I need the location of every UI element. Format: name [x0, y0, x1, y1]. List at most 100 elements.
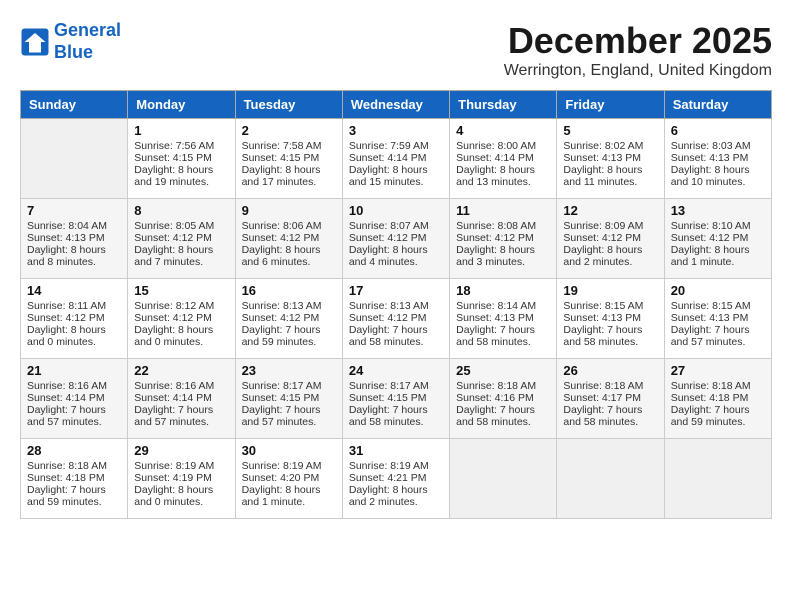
day-number: 23 — [242, 363, 336, 378]
daylight-label: Daylight: 8 hours and 10 minutes. — [671, 164, 750, 188]
sunrise: Sunrise: 8:16 AM — [27, 380, 107, 392]
column-header-saturday: Saturday — [664, 91, 771, 119]
daylight-label: Daylight: 7 hours and 58 minutes. — [563, 324, 642, 348]
calendar-cell: 17Sunrise: 8:13 AMSunset: 4:12 PMDayligh… — [342, 279, 449, 359]
calendar-cell: 5Sunrise: 8:02 AMSunset: 4:13 PMDaylight… — [557, 119, 664, 199]
daylight-label: Daylight: 7 hours and 57 minutes. — [242, 404, 321, 428]
calendar-cell: 25Sunrise: 8:18 AMSunset: 4:16 PMDayligh… — [450, 359, 557, 439]
day-number: 5 — [563, 123, 657, 138]
calendar-cell: 7Sunrise: 8:04 AMSunset: 4:13 PMDaylight… — [21, 199, 128, 279]
sunrise: Sunrise: 7:56 AM — [134, 140, 214, 152]
daylight-label: Daylight: 8 hours and 1 minute. — [242, 484, 321, 508]
sunrise: Sunrise: 8:12 AM — [134, 300, 214, 312]
calendar-cell: 21 Sunrise: 8:16 AMSunset: 4:14 PMDayligh… — [21, 359, 128, 439]
week-row-3: 14Sunrise: 8:11 AMSunset: 4:12 PMDayligh… — [21, 279, 772, 359]
sunrise: Sunrise: 8:18 AM — [456, 380, 536, 392]
sunset: Sunset: 4:21 PM — [349, 472, 427, 484]
sunset: Sunset: 4:12 PM — [27, 312, 105, 324]
calendar-cell: 23 Sunrise: 8:17 AMSunset: 4:15 PMDayligh… — [235, 359, 342, 439]
day-number: 26 — [563, 363, 657, 378]
day-number: 8 — [134, 203, 228, 218]
calendar-cell: 24Sunrise: 8:17 AMSunset: 4:15 PMDayligh… — [342, 359, 449, 439]
daylight-label: Daylight: 8 hours and 8 minutes. — [27, 244, 106, 268]
sunset: Sunset: 4:15 PM — [242, 392, 320, 404]
sunrise: Sunrise: 8:19 AM — [134, 460, 214, 472]
sunset: Sunset: 4:14 PM — [27, 392, 105, 404]
day-number: 1 — [134, 123, 228, 138]
calendar-cell: 20 Sunrise: 8:15 AMSunset: 4:13 PMDayligh… — [664, 279, 771, 359]
title-block: December 2025 Werrington, England, Unite… — [504, 20, 772, 80]
logo: General Blue — [20, 20, 121, 63]
sunset: Sunset: 4:17 PM — [563, 392, 641, 404]
sunrise: Sunrise: 8:10 AM — [671, 220, 751, 232]
daylight-label: Daylight: 8 hours and 7 minutes. — [134, 244, 213, 268]
daylight-label: Daylight: 8 hours and 19 minutes. — [134, 164, 213, 188]
sunset: Sunset: 4:15 PM — [349, 392, 427, 404]
day-number: 12 — [563, 203, 657, 218]
daylight-label: Daylight: 7 hours and 59 minutes. — [27, 484, 106, 508]
day-number: 18 — [456, 283, 550, 298]
month-title: December 2025 — [504, 20, 772, 62]
calendar-cell: 10Sunrise: 8:07 AMSunset: 4:12 PMDayligh… — [342, 199, 449, 279]
sunset: Sunset: 4:13 PM — [563, 312, 641, 324]
daylight-label: Daylight: 7 hours and 59 minutes. — [242, 324, 321, 348]
daylight-label: Daylight: 7 hours and 57 minutes. — [671, 324, 750, 348]
sunset: Sunset: 4:13 PM — [27, 232, 105, 244]
sunset: Sunset: 4:13 PM — [456, 312, 534, 324]
daylight-label: Daylight: 7 hours and 59 minutes. — [671, 404, 750, 428]
daylight-label: Daylight: 8 hours and 6 minutes. — [242, 244, 321, 268]
sunset: Sunset: 4:12 PM — [349, 232, 427, 244]
sunset: Sunset: 4:19 PM — [134, 472, 212, 484]
daylight-label: Daylight: 8 hours and 2 minutes. — [349, 484, 428, 508]
sunrise: Sunrise: 8:14 AM — [456, 300, 536, 312]
day-number: 13 — [671, 203, 765, 218]
logo-icon — [20, 27, 50, 57]
calendar-cell: 1 Sunrise: 7:56 AMSunset: 4:15 PMDaylight… — [128, 119, 235, 199]
day-number: 2 — [242, 123, 336, 138]
calendar-cell: 28Sunrise: 8:18 AMSunset: 4:18 PMDayligh… — [21, 439, 128, 519]
daylight-label: Daylight: 7 hours and 58 minutes. — [563, 404, 642, 428]
day-number: 10 — [349, 203, 443, 218]
calendar-cell: 16Sunrise: 8:13 AMSunset: 4:12 PMDayligh… — [235, 279, 342, 359]
column-header-tuesday: Tuesday — [235, 91, 342, 119]
sunset: Sunset: 4:16 PM — [456, 392, 534, 404]
daylight-label: Daylight: 8 hours and 4 minutes. — [349, 244, 428, 268]
calendar-cell: 18 Sunrise: 8:14 AMSunset: 4:13 PMDayligh… — [450, 279, 557, 359]
day-number: 3 — [349, 123, 443, 138]
day-number: 16 — [242, 283, 336, 298]
calendar-cell: 19Sunrise: 8:15 AMSunset: 4:13 PMDayligh… — [557, 279, 664, 359]
column-header-wednesday: Wednesday — [342, 91, 449, 119]
week-row-1: 1Sunrise: 7:56 AMSunset: 4:15 PMDaylight… — [21, 119, 772, 199]
daylight-label: Daylight: 7 hours and 58 minutes. — [456, 324, 535, 348]
day-number: 31 — [349, 443, 443, 458]
daylight-label: Daylight: 8 hours and 15 minutes. — [349, 164, 428, 188]
calendar-cell: 8Sunrise: 8:05 AMSunset: 4:12 PMDaylight… — [128, 199, 235, 279]
daylight-label: Daylight: 8 hours and 1 minute. — [671, 244, 750, 268]
calendar-cell: 3Sunrise: 7:59 AMSunset: 4:14 PMDaylight… — [342, 119, 449, 199]
sunset: Sunset: 4:15 PM — [134, 152, 212, 164]
sunset: Sunset: 4:12 PM — [671, 232, 749, 244]
sunrise: Sunrise: 8:18 AM — [27, 460, 107, 472]
sunrise: Sunrise: 8:17 AM — [242, 380, 322, 392]
day-number: 14 — [27, 283, 121, 298]
calendar-header-row: SundayMondayTuesdayWednesdayThursdayFrid… — [21, 91, 772, 119]
day-number: 27 — [671, 363, 765, 378]
calendar-cell: 12Sunrise: 8:09 AMSunset: 4:12 PMDayligh… — [557, 199, 664, 279]
calendar-cell: 11Sunrise: 8:08 AMSunset: 4:12 PMDayligh… — [450, 199, 557, 279]
daylight-label: Daylight: 8 hours and 13 minutes. — [456, 164, 535, 188]
calendar-cell: 6Sunrise: 8:03 AMSunset: 4:13 PMDaylight… — [664, 119, 771, 199]
sunset: Sunset: 4:13 PM — [671, 312, 749, 324]
sunset: Sunset: 4:20 PM — [242, 472, 320, 484]
sunrise: Sunrise: 8:15 AM — [671, 300, 751, 312]
sunset: Sunset: 4:12 PM — [134, 232, 212, 244]
day-number: 20 — [671, 283, 765, 298]
week-row-5: 28Sunrise: 8:18 AMSunset: 4:18 PMDayligh… — [21, 439, 772, 519]
sunset: Sunset: 4:14 PM — [134, 392, 212, 404]
day-number: 21 — [27, 363, 121, 378]
daylight-label: Daylight: 7 hours and 57 minutes. — [27, 404, 106, 428]
daylight-label: Daylight: 7 hours and 58 minutes. — [349, 404, 428, 428]
sunrise: Sunrise: 8:00 AM — [456, 140, 536, 152]
calendar-cell — [557, 439, 664, 519]
sunrise: Sunrise: 8:02 AM — [563, 140, 643, 152]
calendar-cell: 27Sunrise: 8:18 AMSunset: 4:18 PMDayligh… — [664, 359, 771, 439]
